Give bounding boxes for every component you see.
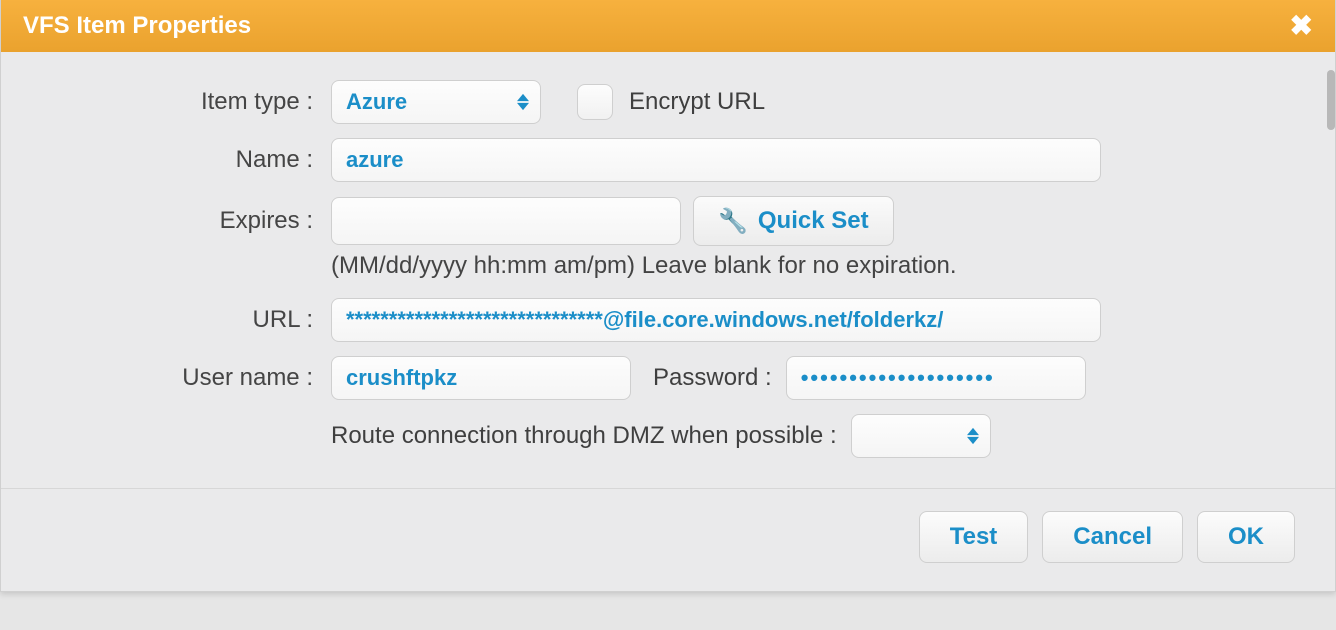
username-input[interactable] bbox=[331, 356, 631, 400]
encrypt-url-label: Encrypt URL bbox=[629, 88, 765, 116]
scrollbar-thumb[interactable] bbox=[1327, 70, 1335, 130]
url-label: URL : bbox=[41, 306, 331, 334]
dmz-select[interactable] bbox=[851, 414, 991, 458]
row-url: URL : bbox=[41, 298, 1295, 342]
row-expires-helper: (MM/dd/yyyy hh:mm am/pm) Leave blank for… bbox=[41, 252, 1295, 280]
url-input[interactable] bbox=[331, 298, 1101, 342]
vfs-properties-dialog: VFS Item Properties ✖ Item type : Encryp… bbox=[0, 0, 1336, 592]
item-type-label: Item type : bbox=[41, 88, 331, 116]
expires-label: Expires : bbox=[41, 207, 331, 235]
expires-helper-text: (MM/dd/yyyy hh:mm am/pm) Leave blank for… bbox=[331, 252, 957, 280]
ok-button[interactable]: OK bbox=[1197, 511, 1295, 563]
item-type-select[interactable] bbox=[331, 80, 541, 124]
password-input[interactable] bbox=[786, 356, 1086, 400]
row-credentials: User name : Password : bbox=[41, 356, 1295, 400]
password-label: Password : bbox=[653, 364, 772, 392]
dialog-title: VFS Item Properties bbox=[23, 12, 251, 40]
dmz-label: Route connection through DMZ when possib… bbox=[331, 422, 837, 450]
dmz-select-wrap bbox=[851, 414, 991, 458]
row-expires: Expires : 🔧 Quick Set bbox=[41, 196, 1295, 246]
name-input[interactable] bbox=[331, 138, 1101, 182]
row-dmz: Route connection through DMZ when possib… bbox=[41, 414, 1295, 458]
row-name: Name : bbox=[41, 138, 1295, 182]
expires-input[interactable] bbox=[331, 197, 681, 245]
dialog-footer: Test Cancel OK bbox=[1, 488, 1335, 591]
test-button[interactable]: Test bbox=[919, 511, 1029, 563]
item-type-select-wrap bbox=[331, 80, 541, 124]
close-icon[interactable]: ✖ bbox=[1290, 12, 1313, 40]
encrypt-url-checkbox[interactable] bbox=[577, 84, 613, 120]
username-label: User name : bbox=[41, 364, 331, 392]
form-area: Item type : Encrypt URL Name : Expires :… bbox=[1, 52, 1335, 488]
wrench-icon: 🔧 bbox=[718, 207, 748, 236]
cancel-button[interactable]: Cancel bbox=[1042, 511, 1183, 563]
quick-set-button[interactable]: 🔧 Quick Set bbox=[693, 196, 894, 246]
dialog-titlebar: VFS Item Properties ✖ bbox=[1, 0, 1335, 52]
name-label: Name : bbox=[41, 146, 331, 174]
quick-set-label: Quick Set bbox=[758, 207, 869, 235]
row-item-type: Item type : Encrypt URL bbox=[41, 80, 1295, 124]
